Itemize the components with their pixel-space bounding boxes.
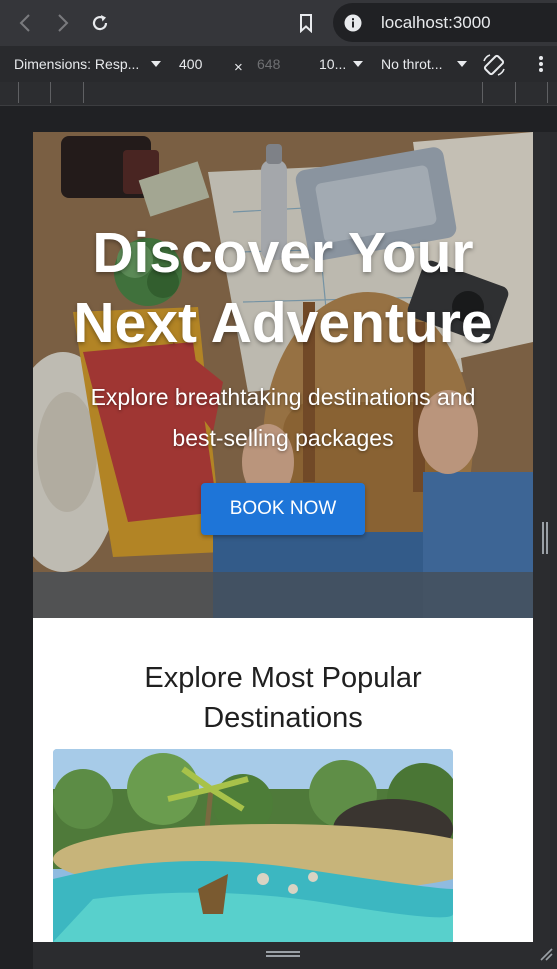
corner-resize-icon[interactable] xyxy=(539,947,553,961)
hero-title-line2: Next Adventure xyxy=(73,291,493,355)
more-vert-icon[interactable] xyxy=(533,54,549,74)
section-title-line2: Destinations xyxy=(203,702,363,734)
zoom-select[interactable]: 10... xyxy=(319,56,346,72)
chevron-down-icon xyxy=(353,61,363,67)
hero-overlay xyxy=(33,132,533,618)
height-input[interactable]: 648 xyxy=(257,56,280,72)
right-resize-handle[interactable] xyxy=(542,522,548,554)
url-text: localhost:3000 xyxy=(381,12,491,32)
hero-section: Discover Your Next Adventure Explore bre… xyxy=(33,132,533,618)
hero-subtitle-line1: Explore breathtaking destinations and xyxy=(90,384,476,410)
section-title: Explore Most Popular Destinations xyxy=(33,658,533,738)
book-now-button[interactable]: BOOK NOW xyxy=(201,483,365,535)
media-query-ruler xyxy=(0,82,557,106)
reload-icon[interactable] xyxy=(86,9,114,37)
width-input[interactable]: 400 xyxy=(179,56,202,72)
address-bar[interactable]: localhost:3000 xyxy=(333,3,557,42)
rotate-icon[interactable] xyxy=(482,53,506,77)
chevron-down-icon xyxy=(151,61,161,67)
throttle-select[interactable]: No throt... xyxy=(381,56,442,72)
hero-title: Discover Your Next Adventure xyxy=(33,218,533,358)
hero-subtitle-line2: best-selling packages xyxy=(172,425,394,451)
bottom-resize-handle[interactable] xyxy=(266,951,300,957)
chevron-down-icon xyxy=(457,61,467,67)
dimensions-select[interactable]: Dimensions: Resp... xyxy=(14,56,139,72)
page-viewport: Discover Your Next Adventure Explore bre… xyxy=(33,132,533,942)
destination-card-image[interactable] xyxy=(53,749,453,942)
browser-toolbar: localhost:3000 xyxy=(0,0,557,46)
hero-title-line1: Discover Your xyxy=(92,221,474,285)
forward-icon[interactable] xyxy=(49,9,77,37)
device-toolbar: Dimensions: Resp... 400 × 648 10... No t… xyxy=(0,46,557,82)
section-title-line1: Explore Most Popular xyxy=(144,662,422,694)
times-icon: × xyxy=(234,59,243,76)
hero-subtitle: Explore breathtaking destinations and be… xyxy=(53,377,513,459)
bookmark-icon[interactable] xyxy=(292,9,320,37)
back-icon[interactable] xyxy=(11,9,39,37)
info-icon[interactable] xyxy=(344,14,362,32)
